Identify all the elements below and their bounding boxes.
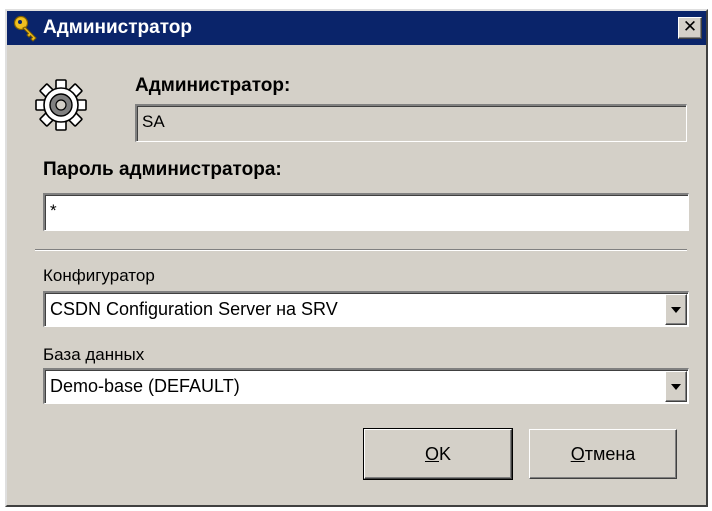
gear-icon <box>35 79 87 131</box>
database-select[interactable]: Demo-base (DEFAULT) <box>43 368 689 404</box>
password-field[interactable]: * <box>43 193 689 231</box>
ok-button[interactable]: ОK <box>363 428 513 480</box>
database-label: База данных <box>43 345 145 364</box>
cancel-label-accel: О <box>570 444 585 464</box>
separator-line <box>35 249 687 251</box>
configurator-select[interactable]: CSDN Configuration Server на SRV <box>43 291 689 327</box>
admin-field: SA <box>135 104 687 142</box>
cancel-label-rest: тмена <box>584 444 636 464</box>
admin-dialog: Администратор ✕ Администратор: SA Пароль… <box>5 9 708 507</box>
database-dropdown-button[interactable] <box>665 371 687 402</box>
chevron-down-icon <box>671 307 681 313</box>
key-icon <box>13 15 37 42</box>
password-label: Пароль администратора: <box>43 159 282 180</box>
close-button[interactable]: ✕ <box>678 17 702 39</box>
configurator-dropdown-button[interactable] <box>665 294 687 325</box>
chevron-down-icon <box>671 384 681 390</box>
cancel-button[interactable]: Отмена <box>529 429 677 479</box>
ok-label-accel: О <box>424 444 439 464</box>
password-value: * <box>50 201 57 220</box>
ok-label-rest: K <box>439 444 452 464</box>
configurator-label: Конфигуратор <box>43 266 155 285</box>
database-value: Demo-base (DEFAULT) <box>50 376 240 396</box>
window-title: Администратор <box>43 17 192 38</box>
admin-label: Администратор: <box>135 75 291 96</box>
title-bar[interactable]: Администратор ✕ <box>7 11 706 45</box>
configurator-value: CSDN Configuration Server на SRV <box>50 299 338 319</box>
admin-value: SA <box>142 112 165 131</box>
